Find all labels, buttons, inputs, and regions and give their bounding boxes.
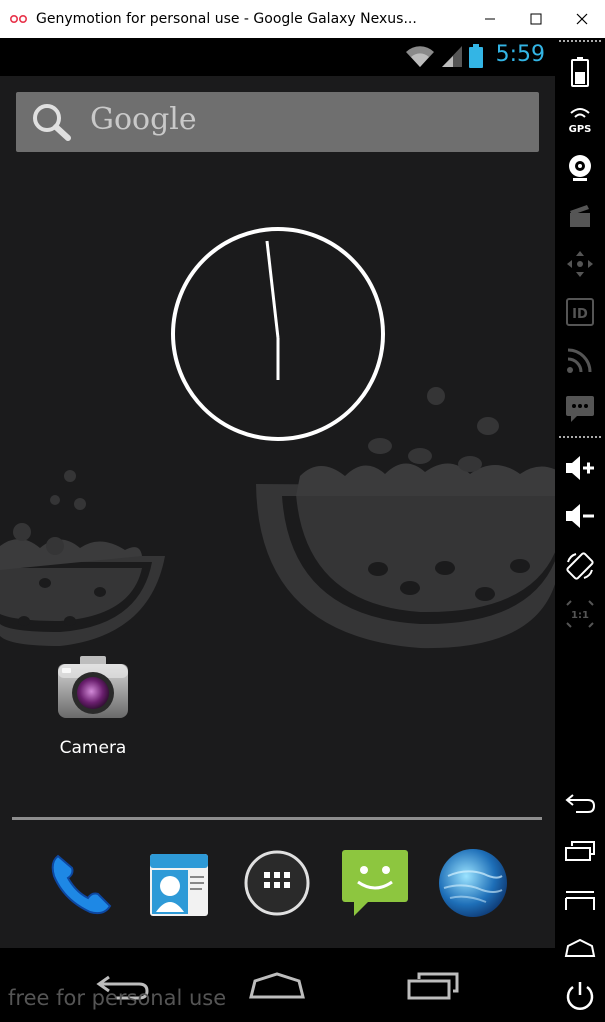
search-icon [30,102,74,146]
capture-icon [570,205,590,227]
network-widget-button[interactable] [555,340,605,380]
pixel-perfect-button[interactable]: 1:1 [555,594,605,634]
dock-phone-button[interactable] [44,846,118,920]
window-title: Genymotion for personal use - Google Gal… [36,11,417,27]
power-icon [566,982,594,1010]
close-icon [576,13,588,25]
battery-icon [571,57,589,87]
dock-app-drawer-button[interactable] [240,846,314,920]
device-id-widget-button[interactable]: ID [555,292,605,332]
genymotion-window: Genymotion for personal use - Google Gal… [0,0,605,1022]
volume-down-icon [566,504,594,528]
webcam-icon [569,155,591,181]
minimize-icon [485,18,495,20]
battery-status-icon [469,44,483,72]
contacts-icon [150,854,208,916]
dpad-widget-button[interactable] [555,244,605,284]
side-power-button[interactable] [555,976,605,1016]
phone-icon [51,854,112,915]
webcam-widget-button[interactable] [555,148,605,188]
genymotion-logo-icon [10,14,28,24]
genymotion-toolbar: GPS ID 1:1 [555,38,605,1022]
volume-down-button[interactable] [555,496,605,536]
app-drawer-icon [244,850,310,916]
toolbar-separator [559,436,601,438]
signal-icon [441,44,463,72]
rotate-icon [566,552,594,580]
dpad-icon [567,251,593,277]
close-button[interactable] [559,0,605,38]
nav-home-button[interactable] [242,966,312,1006]
title-bar: Genymotion for personal use - Google Gal… [0,0,605,38]
rotate-button[interactable] [555,546,605,586]
volume-up-icon [566,456,594,480]
capture-widget-button[interactable] [555,196,605,236]
back-icon [565,794,596,813]
side-back-button[interactable] [555,784,605,824]
wifi-icon [405,44,435,72]
camera-app-label: Camera [59,738,127,758]
gps-label: GPS [569,124,592,135]
maximize-icon [530,13,542,25]
menu-icon [565,891,595,910]
side-menu-button[interactable] [555,880,605,920]
side-recent-apps-button[interactable] [555,832,605,872]
dock-messaging-button[interactable] [338,846,412,920]
maximize-button[interactable] [513,0,559,38]
clock-minute-hand [265,240,280,339]
personal-use-watermark: free for personal use [8,986,227,1010]
status-bar: 5:59 [0,38,555,76]
browser-globe-icon [439,849,507,917]
gps-widget-button[interactable]: GPS [555,100,605,140]
home-nav-icon [249,972,305,999]
pixel-perfect-icon: 1:1 [566,600,594,628]
sms-icon [566,396,594,422]
google-search-bar[interactable]: Google [16,92,539,152]
android-screen: 5:59 Google Camera free for personal use [0,38,555,1022]
network-icon [567,348,592,373]
status-time: 5:59 [495,42,545,67]
dock-browser-button[interactable] [436,846,510,920]
camera-app-icon[interactable] [52,652,134,728]
camera-icon [58,656,128,718]
minimize-button[interactable] [467,0,513,38]
messaging-icon [342,850,408,916]
recent-apps-icon [565,841,595,861]
sms-widget-button[interactable] [555,388,605,428]
dock-contacts-button[interactable] [142,846,216,920]
dock-divider [12,817,542,820]
gps-icon: GPS [569,108,592,135]
battery-widget-button[interactable] [555,52,605,92]
side-home-button[interactable] [555,928,605,968]
home-icon [564,938,596,957]
volume-up-button[interactable] [555,448,605,488]
device-id-icon: ID [566,298,594,326]
google-search-label: Google [90,102,197,137]
device-id-label: ID [572,307,588,322]
navigation-bar [0,948,555,1022]
pixel-perfect-label: 1:1 [571,610,589,621]
toolbar-separator [559,40,601,42]
recent-apps-nav-icon [407,972,459,1000]
nav-recent-apps-button[interactable] [398,966,468,1006]
dock [0,838,555,938]
analog-clock-widget[interactable] [170,226,386,446]
